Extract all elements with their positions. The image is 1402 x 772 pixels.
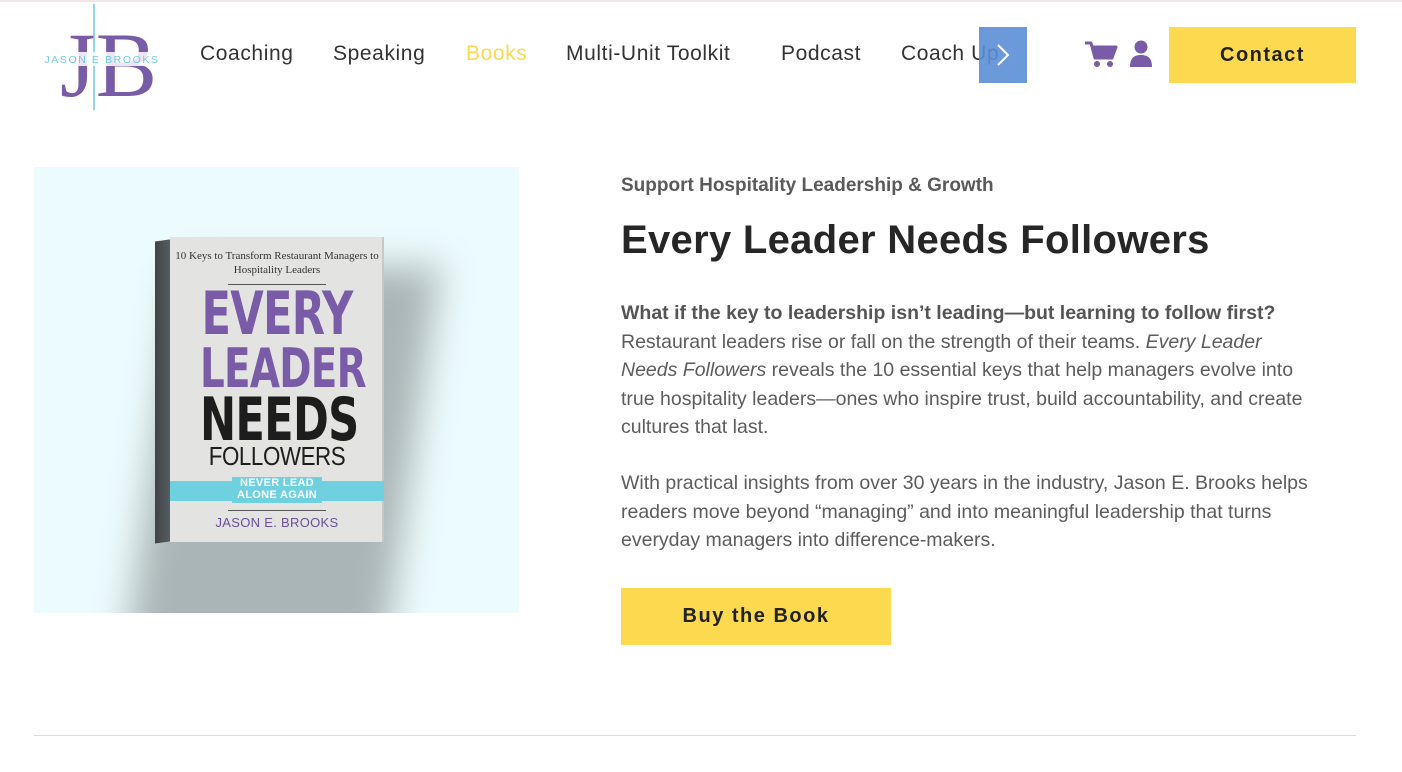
- contact-button[interactable]: Contact: [1169, 27, 1356, 83]
- cart-icon[interactable]: [1084, 40, 1118, 68]
- lead-question: What if the key to leadership isn’t lead…: [621, 302, 1276, 324]
- logo-monogram-icon: JB JASON E BROOKS: [34, 4, 170, 116]
- nav-item-speaking[interactable]: Speaking: [333, 42, 425, 66]
- nav-item-multi-unit-toolkit[interactable]: Multi-Unit Toolkit: [566, 42, 730, 66]
- chevron-right-icon: [997, 44, 1010, 66]
- book-cover-tagline: 10 Keys to Transform Restaurant Managers…: [175, 250, 379, 276]
- page-title: Every Leader Needs Followers: [621, 218, 1210, 262]
- nav-item-podcast[interactable]: Podcast: [781, 42, 861, 66]
- section-divider: [34, 735, 1356, 736]
- logo-name: JASON E BROOKS: [44, 54, 159, 66]
- book-image: 10 Keys to Transform Restaurant Managers…: [34, 167, 519, 613]
- section-kicker: Support Hospitality Leadership & Growth: [621, 175, 994, 196]
- description-text: Restaurant leaders rise or fall on the s…: [621, 330, 1146, 353]
- book-cover-word-every: EVERY: [201, 279, 353, 349]
- user-account-icon[interactable]: [1129, 40, 1153, 68]
- book-cover-author: JASON E. BROOKS: [215, 515, 339, 530]
- book-cover: 10 Keys to Transform Restaurant Managers…: [170, 237, 384, 542]
- top-border-line: [0, 0, 1402, 2]
- book-cover-rule: [228, 510, 326, 511]
- description-paragraph: What if the key to leadership isn’t lead…: [621, 299, 1321, 442]
- nav-item-books[interactable]: Books: [466, 42, 527, 66]
- author-paragraph: With practical insights from over 30 yea…: [621, 472, 1308, 551]
- book-cover-word-followers: FOLLOWERS: [208, 441, 346, 471]
- nav-scroll-right-button[interactable]: [979, 27, 1027, 83]
- book-cover-subtitle: NEVER LEAD ALONE AGAIN: [237, 477, 317, 501]
- site-logo[interactable]: JB JASON E BROOKS: [32, 4, 172, 116]
- buy-book-button[interactable]: Buy the Book: [621, 588, 891, 645]
- nav-item-coaching[interactable]: Coaching: [200, 42, 294, 66]
